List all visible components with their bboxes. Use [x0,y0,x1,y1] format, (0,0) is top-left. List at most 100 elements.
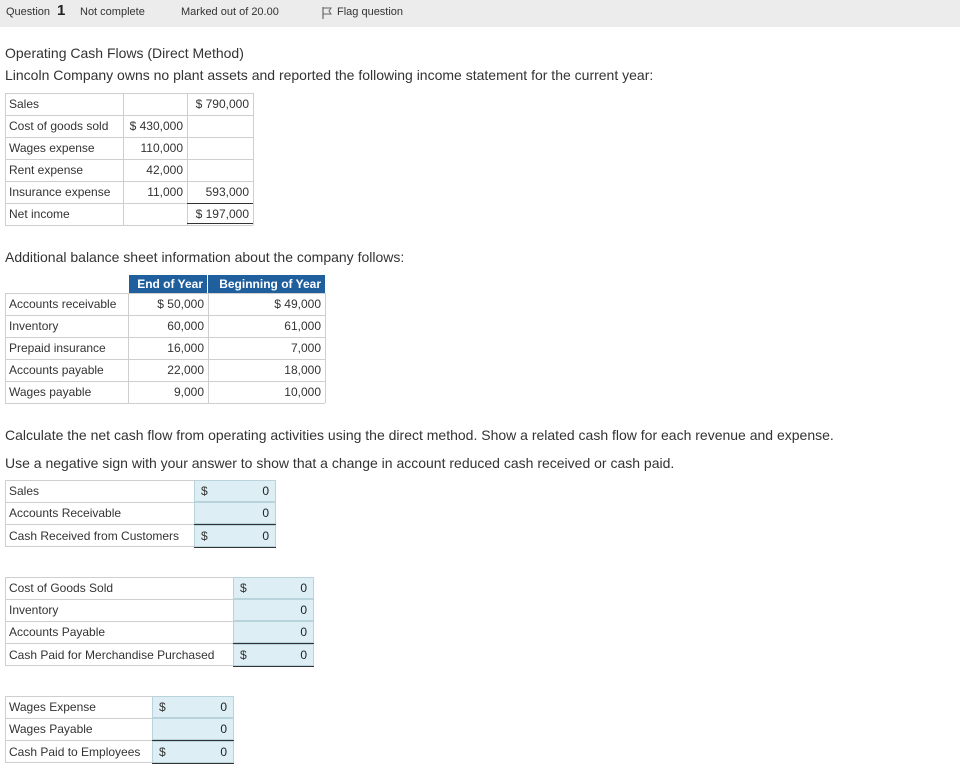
answer-input-value: 0 [262,506,269,520]
question-number: 1 [57,2,66,19]
total-rule [233,643,314,644]
dollar-sign: $ [240,581,247,595]
balance-row-label: Wages payable [9,385,92,399]
balance-row-label: Accounts receivable [9,297,117,311]
answer-row-label: Inventory [9,603,59,617]
answer-row-label: Wages Payable [9,722,93,736]
question-marks: Marked out of 20.00 [181,6,279,18]
balance-row-end: 22,000 [167,363,204,377]
table-rule [5,480,6,547]
income-row-label: Wages expense [9,141,95,155]
table-rule [5,643,233,644]
answer-input[interactable]: 0 [233,599,314,621]
table-rule [5,502,194,503]
total-rule [152,740,234,741]
income-row-total: $ 790,000 [195,97,249,111]
double-rule [233,666,314,667]
table-rule [123,203,187,204]
income-row-label: Cost of goods sold [9,119,109,133]
double-rule [187,223,253,224]
question-label: Question [6,6,51,18]
table-rule [187,93,188,225]
balance-row-label: Prepaid insurance [9,341,106,355]
balance-row-label: Inventory [9,319,59,333]
balance-row-begin: $ 49,000 [274,297,321,311]
dollar-sign: $ [201,529,208,543]
balance-row-begin: 18,000 [284,363,321,377]
table-rule [5,337,325,338]
income-row-amount: 110,000 [140,141,184,155]
income-row-label: Insurance expense [9,185,111,199]
table-rule [5,293,6,403]
double-rule [194,547,276,548]
answer-input[interactable]: $0 [152,741,234,763]
table-rule [5,740,152,741]
balance-row-end: 9,000 [173,385,204,399]
answer-row-label: Wages Expense [9,700,96,714]
table-rule [5,665,233,666]
answer-input[interactable]: $0 [233,577,314,599]
answer-row-label: Sales [9,484,40,498]
income-row-amount: $ 430,000 [129,119,183,133]
table-rule [5,696,152,697]
instruction-text: Calculate the net cash flow from operati… [5,427,834,443]
problem-intro: Lincoln Company owns no plant assets and… [5,67,654,83]
balance-sheet-intro: Additional balance sheet information abo… [5,249,405,265]
table-rule [5,696,6,763]
income-row-amount: 42,000 [146,163,183,177]
header-beginning-of-year: Beginning of Year [208,275,325,293]
dollar-sign: $ [201,484,208,498]
answer-row-label: Accounts Payable [9,625,106,639]
answer-input[interactable]: $0 [152,696,234,718]
answer-input[interactable]: 0 [233,621,314,643]
table-rule [5,359,325,360]
table-rule [5,718,152,719]
answer-input[interactable]: 0 [194,502,276,524]
answer-row-label: Cash Received from Customers [9,529,180,543]
balance-row-label: Accounts payable [9,363,104,377]
answer-input-value: 0 [300,603,307,617]
answer-input[interactable]: 0 [152,718,234,740]
table-rule [5,524,194,525]
income-row-total: $ 197,000 [195,207,249,221]
balance-row-end: 60,000 [167,319,204,333]
answer-input[interactable]: $0 [233,644,314,666]
balance-row-begin: 61,000 [284,319,321,333]
table-rule [5,577,6,666]
answer-input-value: 0 [220,745,227,759]
answer-input-value: 0 [300,648,307,662]
balance-row-begin: 7,000 [290,341,321,355]
table-rule [5,762,152,763]
answer-row-label: Accounts Receivable [9,506,122,520]
income-row-label: Net income [9,207,70,221]
table-rule [5,403,325,404]
table-rule [208,293,209,403]
balance-row-end: $ 50,000 [157,297,204,311]
table-rule [128,293,129,403]
income-row-amount: 11,000 [147,185,183,199]
balance-row-end: 16,000 [167,341,204,355]
income-row-label: Sales [9,97,40,111]
answer-row-label: Cash Paid to Employees [9,745,141,759]
table-rule [5,137,253,138]
answer-row-label: Cash Paid for Merchandise Purchased [9,648,215,662]
flag-question-button[interactable]: Flag question [322,6,412,22]
flag-question-label: Flag question [337,6,404,18]
table-rule [5,93,6,225]
balance-row-begin: 10,000 [284,385,321,399]
table-rule [5,115,253,116]
answer-input[interactable]: $0 [194,525,276,547]
answer-input-value: 0 [220,722,227,736]
table-rule [253,93,254,225]
table-rule [5,181,253,182]
dollar-sign: $ [159,745,166,759]
answer-input-value: 0 [300,625,307,639]
table-rule [5,93,253,94]
sign-instruction-text: Use a negative sign with your answer to … [5,455,675,471]
answer-input[interactable]: $0 [194,480,276,502]
table-rule [5,315,325,316]
header-end-of-year: End of Year [129,275,207,293]
table-rule [5,480,194,481]
total-rule [187,203,253,204]
answer-input-value: 0 [220,700,227,714]
